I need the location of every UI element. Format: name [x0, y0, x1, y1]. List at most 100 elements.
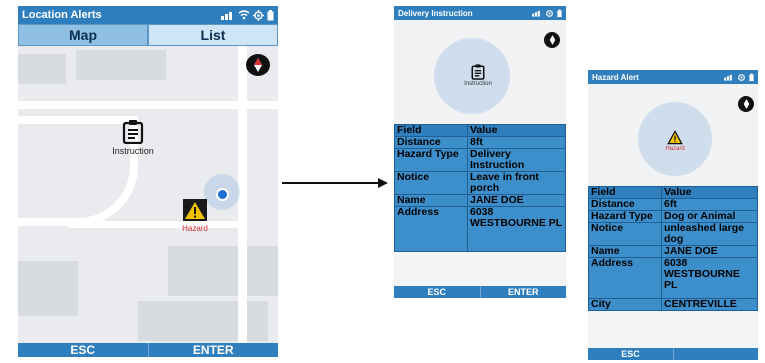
header-field: Field	[394, 123, 468, 138]
gps-icon	[738, 73, 745, 81]
value-cell: unleashed large dog	[661, 222, 758, 247]
map-curved-road	[18, 116, 138, 226]
map-block	[76, 50, 166, 80]
delivery-instruction-screen: Delivery Instruction Instruction Field V…	[394, 6, 566, 298]
tab-list[interactable]: List	[148, 24, 278, 46]
map-block	[18, 54, 66, 84]
tab-list-label: List	[200, 27, 226, 43]
table-header-row: Field Value	[394, 123, 566, 138]
field-cell: City	[588, 298, 662, 312]
value-cell: Dog or Animal	[661, 210, 758, 224]
compass-icon	[254, 58, 262, 72]
header-value: Value	[467, 123, 566, 138]
field-cell: Hazard Type	[394, 148, 468, 173]
value-cell: 6038 WESTBOURNE PL	[467, 206, 566, 253]
map-view[interactable]: Hazard	[588, 84, 758, 186]
signal-icon	[532, 10, 540, 17]
compass-icon	[743, 99, 749, 109]
screen-title: Hazard Alert	[592, 72, 639, 82]
title-bar: Location Alerts	[18, 6, 278, 24]
title-bar: Delivery Instruction	[394, 6, 566, 20]
signal-icon	[724, 74, 732, 81]
table-row[interactable]: Name JANE DOE	[588, 245, 758, 259]
field-cell: Distance	[394, 136, 468, 150]
table-row[interactable]: Hazard Type Dog or Animal	[588, 210, 758, 224]
table-row[interactable]: Notice Leave in front porch	[394, 171, 566, 196]
table-row[interactable]: Address 6038 WESTBOURNE PL	[394, 206, 566, 253]
value-cell: JANE DOE	[661, 245, 758, 259]
battery-icon	[267, 9, 274, 20]
tab-map[interactable]: Map	[18, 24, 148, 46]
map-block	[18, 261, 78, 316]
value-cell: 6ft	[661, 198, 758, 212]
table-row[interactable]: Name JANE DOE	[394, 194, 566, 208]
table-row[interactable]: Address 6038 WESTBOURNE PL	[588, 257, 758, 300]
wifi-icon	[238, 10, 250, 20]
signal-icon	[221, 12, 232, 20]
softkey-bar: ESC	[588, 348, 758, 360]
status-icons	[221, 6, 274, 24]
field-cell: Notice	[588, 222, 662, 247]
table-row[interactable]: Distance 6ft	[588, 198, 758, 212]
table-row[interactable]: Notice unleashed large dog	[588, 222, 758, 247]
field-cell: Address	[588, 257, 662, 300]
battery-icon	[749, 73, 754, 81]
field-cell: Name	[394, 194, 468, 208]
esc-button[interactable]: ESC	[18, 343, 148, 357]
softkey-bar: ESC ENTER	[18, 343, 278, 357]
header-value: Value	[661, 185, 758, 200]
enter-button[interactable]: ENTER	[479, 286, 567, 298]
table-row[interactable]: City CENTREVILLE	[588, 298, 758, 312]
hazard-marker-label: Hazard	[665, 146, 685, 152]
field-cell: Name	[588, 245, 662, 259]
esc-button[interactable]: ESC	[394, 286, 480, 298]
flow-arrow	[282, 178, 388, 188]
field-cell: Distance	[588, 198, 662, 212]
header-field: Field	[588, 185, 662, 200]
table-row[interactable]: Distance 8ft	[394, 136, 566, 150]
gps-icon	[253, 9, 264, 21]
instruction-marker-label: Instruction	[464, 81, 492, 87]
current-location-dot	[216, 188, 229, 201]
location-alerts-screen: Location Alerts Map List Instruction Haz…	[18, 6, 278, 357]
map-block	[168, 246, 278, 296]
map-view[interactable]: Instruction Hazard	[18, 46, 278, 343]
value-cell: CENTREVILLE	[661, 298, 758, 312]
compass-button[interactable]	[544, 32, 560, 48]
hazard-marker-label: Hazard	[182, 224, 208, 233]
value-cell: Leave in front porch	[467, 171, 566, 196]
value-cell: 6038 WESTBOURNE PL	[661, 257, 758, 300]
hazard-alert-screen: Hazard Alert Hazard Field Value Distance…	[588, 70, 758, 360]
enter-button[interactable]: ENTER	[147, 343, 279, 357]
screen-title: Location Alerts	[22, 9, 102, 21]
softkey-bar: ESC ENTER	[394, 286, 566, 298]
table-header-row: Field Value	[588, 185, 758, 200]
map-block	[138, 301, 268, 341]
instruction-icon[interactable]	[122, 120, 144, 144]
compass-icon	[549, 35, 555, 45]
status-icons	[724, 70, 754, 84]
hazard-icon[interactable]	[182, 198, 208, 222]
field-cell: Notice	[394, 171, 468, 196]
table-row[interactable]: Hazard Type Delivery Instruction	[394, 148, 566, 173]
value-cell: 8ft	[467, 136, 566, 150]
status-icons	[532, 6, 562, 20]
view-tabs: Map List	[18, 24, 278, 46]
screen-title: Delivery Instruction	[398, 8, 473, 18]
field-cell: Address	[394, 206, 468, 253]
details-table: Field Value Distance 6ft Hazard Type Dog…	[588, 185, 758, 312]
map-view[interactable]: Instruction	[394, 20, 566, 124]
esc-button[interactable]: ESC	[588, 348, 673, 360]
field-cell: Hazard Type	[588, 210, 662, 224]
value-cell: Delivery Instruction	[467, 148, 566, 173]
instruction-marker-label: Instruction	[112, 146, 154, 156]
hazard-icon[interactable]	[667, 130, 683, 145]
compass-button[interactable]	[246, 54, 270, 76]
gps-icon	[546, 9, 553, 17]
title-bar: Hazard Alert	[588, 70, 758, 84]
softkey-empty	[673, 348, 758, 360]
instruction-icon[interactable]	[471, 64, 485, 80]
details-table: Field Value Distance 8ft Hazard Type Del…	[394, 123, 566, 253]
compass-button[interactable]	[738, 96, 754, 112]
battery-icon	[557, 9, 562, 17]
